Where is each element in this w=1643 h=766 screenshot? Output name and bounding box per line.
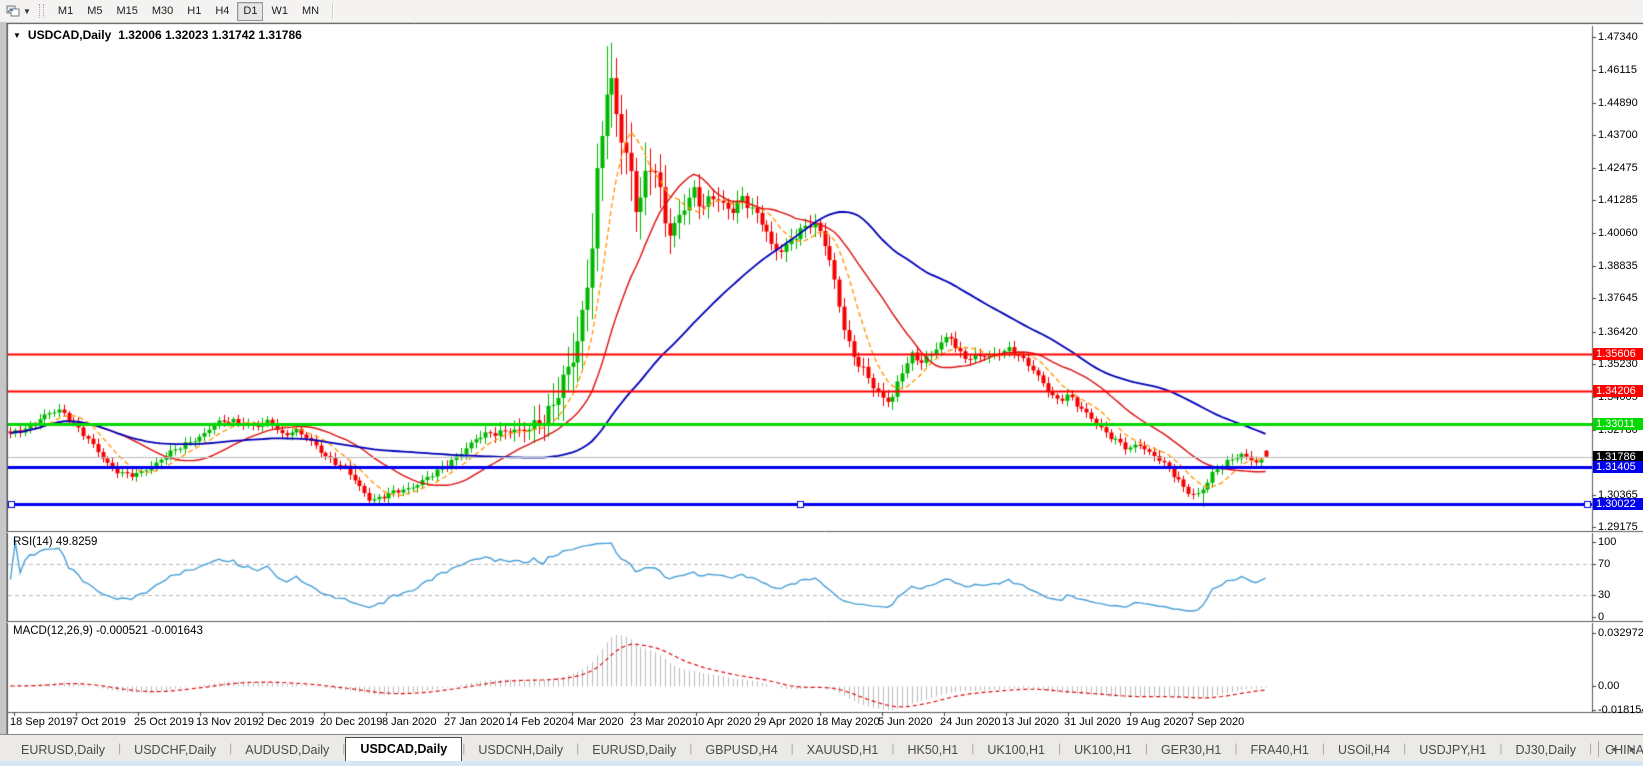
mt4-terminal: { "toolbar": { "periods": [ {"label":"M1… [0, 0, 1643, 766]
chart-tab-fra40-h1[interactable]: FRA40,H1 [1238, 739, 1322, 762]
price-axis-tick: 1.46115 [1598, 64, 1637, 76]
macd-indicator-label: MACD(12,26,9) -0.000521 -0.001643 [13, 625, 203, 637]
timeframe-button-h4[interactable]: H4 [209, 2, 235, 21]
date-axis-label: 27 Jan 2020 [444, 716, 505, 728]
timeframe-button-mn[interactable]: MN [296, 2, 325, 21]
timeframe-button-m1[interactable]: M1 [52, 2, 79, 21]
tab-scroll-right-icon[interactable]: ► [1628, 744, 1637, 754]
date-axis-label: 31 Jul 2020 [1064, 716, 1121, 728]
chart-tab-xauusd-h1[interactable]: XAUUSD,H1 [794, 739, 892, 762]
price-axis-tick: 1.29175 [1598, 521, 1638, 533]
price-axis-tick: 1.44890 [1598, 97, 1638, 109]
chart-tab-ger30-h1[interactable]: GER30,H1 [1148, 739, 1234, 762]
timeframe-button-m5[interactable]: M5 [81, 2, 108, 21]
chart-tabbar: EURUSD,Daily | USDCHF,Daily | AUDUSD,Daily | U… [0, 734, 1643, 762]
chart-tab-uk100-h1[interactable]: UK100,H1 [1061, 739, 1145, 762]
chart-tab-usdchf-daily[interactable]: USDCHF,Daily [121, 739, 229, 762]
price-level-tag: 1.35606 [1593, 348, 1643, 360]
price-level-tag: 1.34206 [1593, 385, 1643, 397]
date-axis-label: 20 Dec 2019 [320, 716, 383, 728]
chevron-down-icon[interactable]: ▼ [23, 7, 31, 16]
date-axis-label: 2 Dec 2019 [258, 716, 315, 728]
tab-scroll-left-icon[interactable]: ◄ [1609, 744, 1618, 754]
chart-tab-usdcad-daily[interactable]: USDCAD,Daily [345, 737, 463, 762]
date-axis-label: 14 Feb 2020 [506, 716, 568, 728]
date-axis-label: 19 Aug 2020 [1126, 716, 1188, 728]
date-axis-label: 4 Mar 2020 [568, 716, 624, 728]
chart-canvas[interactable] [0, 0, 1643, 766]
date-axis-label: 10 Apr 2020 [692, 716, 752, 728]
timeframe-button-m15[interactable]: M15 [110, 2, 143, 21]
price-level-tag: 1.33011 [1593, 418, 1643, 430]
price-level-tag: 1.31405 [1593, 461, 1643, 473]
chart-tab-gbpusd-h4[interactable]: GBPUSD,H4 [692, 739, 790, 762]
toolbar-separator [332, 3, 335, 19]
price-axis-tick: 1.43700 [1598, 129, 1638, 141]
price-axis-tick: 1.36420 [1598, 326, 1638, 338]
quick-trade-dropdown-icon[interactable]: ▼ [13, 31, 21, 40]
chart-tab-audusd-daily[interactable]: AUDUSD,Daily [232, 739, 342, 762]
workspace-left-edge [0, 22, 7, 766]
toolbar-drag-handle[interactable] [38, 4, 44, 18]
date-axis-label: 7 Sep 2020 [1188, 716, 1245, 728]
rsi-axis-tick: 0 [1598, 611, 1605, 623]
date-axis-label: 8 Jan 2020 [382, 716, 437, 728]
macd-axis-tick: -0.018154 [1598, 704, 1643, 716]
date-axis-label: 18 May 2020 [816, 716, 880, 728]
rsi-axis-tick: 30 [1598, 589, 1611, 601]
date-axis-label: 24 Jun 2020 [940, 716, 1001, 728]
price-axis-tick: 1.41285 [1598, 194, 1638, 206]
price-axis-tick: 1.40060 [1598, 227, 1638, 239]
date-axis-label: 18 Sep 2019 [10, 716, 73, 728]
chart-profile-icon[interactable] [3, 3, 23, 19]
rsi-indicator-label: RSI(14) 49.8259 [13, 536, 98, 548]
date-axis-label: 5 Jun 2020 [878, 716, 933, 728]
price-axis-tick: 1.47340 [1598, 31, 1638, 43]
timeframe-button-h1[interactable]: H1 [181, 2, 207, 21]
timeframe-button-w1[interactable]: W1 [265, 2, 294, 21]
tabbar-separator [1598, 741, 1600, 757]
tab-scroll-arrows: ◄ ► [1598, 741, 1637, 757]
chart-tabs: EURUSD,Daily | USDCHF,Daily | AUDUSD,Daily | U… [8, 735, 1643, 762]
rsi-axis-tick: 100 [1598, 536, 1617, 548]
chart-profile-glyph [6, 5, 20, 17]
chart-tab-eurusd-daily[interactable]: EURUSD,Daily [8, 739, 118, 762]
timeframe-button-d1[interactable]: D1 [237, 1, 264, 21]
chart-tab-hk50-h1[interactable]: HK50,H1 [894, 739, 971, 762]
date-axis-label: 7 Oct 2019 [72, 716, 126, 728]
macd-axis-tick: 0.032972 [1598, 627, 1643, 639]
chart-header: ▼ USDCAD,Daily 1.32006 1.32023 1.31742 1… [13, 28, 302, 42]
date-axis-label: 13 Jul 2020 [1002, 716, 1059, 728]
chart-tab-dj30-daily[interactable]: DJ30,Daily [1503, 739, 1589, 762]
chart-tab-usdcnh-daily[interactable]: USDCNH,Daily [465, 739, 576, 762]
price-axis-tick: 1.37645 [1598, 292, 1638, 304]
date-axis-label: 25 Oct 2019 [134, 716, 194, 728]
timeframe-button-m30[interactable]: M30 [146, 2, 179, 21]
chart-tab-usdjpy-h1[interactable]: USDJPY,H1 [1406, 739, 1499, 762]
price-level-tag: 1.30022 [1593, 498, 1643, 510]
price-axis-tick: 1.38835 [1598, 260, 1638, 272]
chart-ohlc-values: 1.32006 1.32023 1.31742 1.31786 [118, 28, 302, 42]
rsi-axis-tick: 70 [1598, 558, 1611, 570]
chart-tab-eurusd-daily[interactable]: EURUSD,Daily [579, 739, 689, 762]
timeframe-buttons: M1 M5 M15 M30 H1 H4 D1 W1 MN [51, 1, 326, 21]
date-axis-label: 23 Mar 2020 [630, 716, 692, 728]
date-axis-label: 29 Apr 2020 [754, 716, 814, 728]
price-axis-tick: 1.42475 [1598, 162, 1638, 174]
macd-axis-tick: 0.00 [1598, 680, 1620, 692]
status-strip [0, 761, 1643, 766]
date-axis-label: 13 Nov 2019 [196, 716, 259, 728]
timeframe-toolbar: ▼ M1 M5 M15 M30 H1 H4 D1 W1 MN [0, 0, 1643, 23]
chart-tab-usoil-h4[interactable]: USOil,H4 [1325, 739, 1403, 762]
chart-symbol-title: USDCAD,Daily [27, 28, 112, 42]
chart-tab-uk100-h1[interactable]: UK100,H1 [974, 739, 1058, 762]
